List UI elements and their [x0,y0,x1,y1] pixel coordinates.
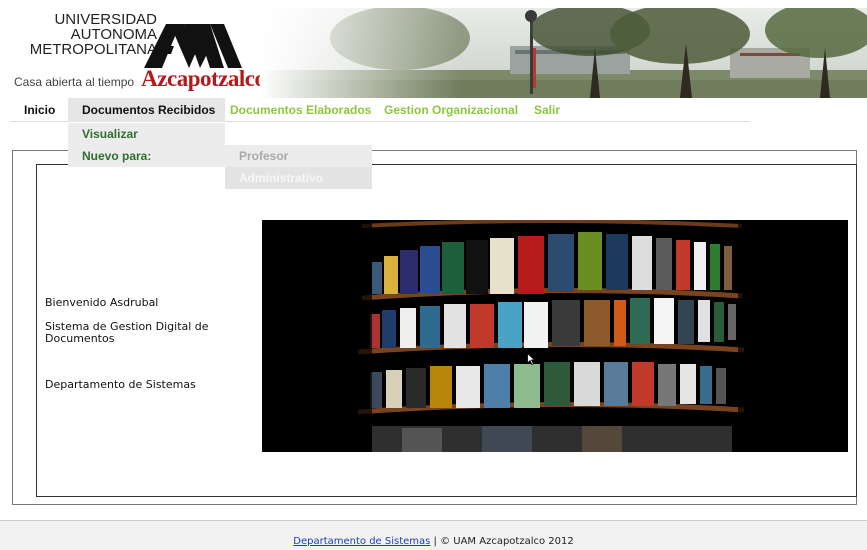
nav-item-salir[interactable]: Salir [526,98,568,122]
header-banner: UNIVERSIDAD AUTONOMA METROPOLITANA Casa … [10,8,867,98]
department-text: Departamento de Sistemas [45,378,196,391]
main-nav: Inicio Documentos Recibidos Documentos E… [10,98,750,122]
menu-item-visualizar[interactable]: Visualizar [68,123,225,145]
footer-text: Departamento de Sistemas | © UAM Azcapot… [0,536,867,547]
bookshelf-image [262,220,848,452]
logo-tagline: Casa abierta al tiempo Azcapotzalco [14,66,266,92]
nav-item-inicio[interactable]: Inicio [16,98,63,122]
tagline-text: Casa abierta al tiempo [14,75,135,89]
uam-logo: UNIVERSIDAD AUTONOMA METROPOLITANA Casa … [10,8,266,98]
logo-line-3: METROPOLITANA [29,41,157,58]
uam-logo-icon [144,24,242,68]
nav-item-documentos-recibidos[interactable]: Documentos Recibidos [68,98,225,122]
logo-line-1: UNIVERSIDAD [54,11,157,28]
mouse-cursor-icon [527,353,535,365]
footer-copyright: | © UAM Azcapotzalco 2012 [430,536,574,547]
logo-line-2: AUTONOMA [70,26,157,43]
university-name: UNIVERSIDAD AUTONOMA METROPOLITANA [30,12,157,57]
nav-item-gestion-organizacional[interactable]: Gestion Organizacional [376,98,526,122]
submenu-item-administrativo[interactable]: Administrativo [225,167,372,189]
system-title: Sistema de Gestion Digital de Documentos [45,320,209,345]
welcome-text: Bienvenido Asdrubal [45,296,159,309]
campus-name: Azcapotzalco [141,66,266,91]
menu-item-nuevo-para[interactable]: Nuevo para: [68,145,225,167]
campus-photo [260,8,867,98]
footer-link-departamento[interactable]: Departamento de Sistemas [293,536,430,547]
submenu-item-profesor[interactable]: Profesor [225,145,372,167]
nav-item-documentos-elaborados[interactable]: Documentos Elaborados [222,98,379,122]
